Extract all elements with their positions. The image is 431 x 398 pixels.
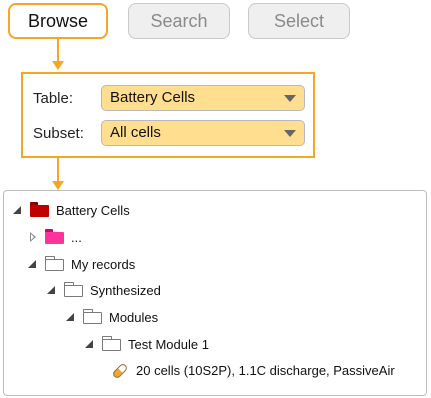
expand-toggle-icon[interactable] [84,337,98,351]
tab-select-label: Select [273,10,325,31]
table-select[interactable]: Battery Cells [101,85,305,111]
tab-search-label: Search [150,10,208,31]
tree-row-test-module-1[interactable]: Test Module 1 [84,334,209,354]
folder-icon [64,282,84,298]
expand-toggle-icon[interactable] [46,283,60,297]
tree-row-record[interactable]: 20 cells (10S2P), 1.1C discharge, Passiv… [111,360,395,380]
tab-search[interactable]: Search [128,3,230,39]
connector-line-top [57,39,59,61]
collapse-toggle-icon[interactable] [27,230,41,244]
folder-icon [45,256,65,272]
expand-toggle-icon[interactable] [12,203,26,217]
tree-item-label: ... [71,229,82,245]
chevron-down-icon [284,95,296,102]
tree-item-label: Test Module 1 [128,336,209,352]
subset-select-value: All cells [110,124,161,141]
pink-folder-icon [45,229,65,245]
tree-row-synthesized[interactable]: Synthesized [46,280,161,300]
table-label: Table: [33,90,74,107]
subset-label: Subset: [33,125,84,142]
tree-item-label: My records [71,256,136,272]
expand-toggle-icon[interactable] [27,257,41,271]
expand-toggle-icon[interactable] [65,310,79,324]
subset-select[interactable]: All cells [101,120,305,146]
tree-row-ellipsis[interactable]: ... [27,227,82,247]
tree-item-label: 20 cells (10S2P), 1.1C discharge, Passiv… [136,362,395,378]
tab-browse-label: Browse [27,10,89,31]
chevron-down-icon [284,130,296,137]
tree-row-my-records[interactable]: My records [27,254,135,274]
tab-browse[interactable]: Browse [8,3,108,39]
dark-red-folder-icon [30,202,50,218]
tree-item-label: Modules [109,309,159,325]
tree-row-modules[interactable]: Modules [65,307,158,327]
tree-row-battery-cells[interactable]: Battery Cells [12,200,130,220]
record-capsule-icon [111,362,130,380]
connector-line-bottom [57,158,59,182]
settings-panel: Table: Battery Cells Subset: All cells [21,72,315,158]
table-select-value: Battery Cells [110,89,196,106]
folder-icon [102,336,122,352]
tree-item-label: Synthesized [90,282,161,298]
folder-icon [83,309,103,325]
connector-arrow-bottom [52,181,64,190]
tab-select[interactable]: Select [248,3,350,39]
records-tree: Battery Cells ... My records Synthesized… [3,190,427,396]
tree-item-label: Battery Cells [56,202,130,218]
connector-arrow-top [52,61,64,70]
